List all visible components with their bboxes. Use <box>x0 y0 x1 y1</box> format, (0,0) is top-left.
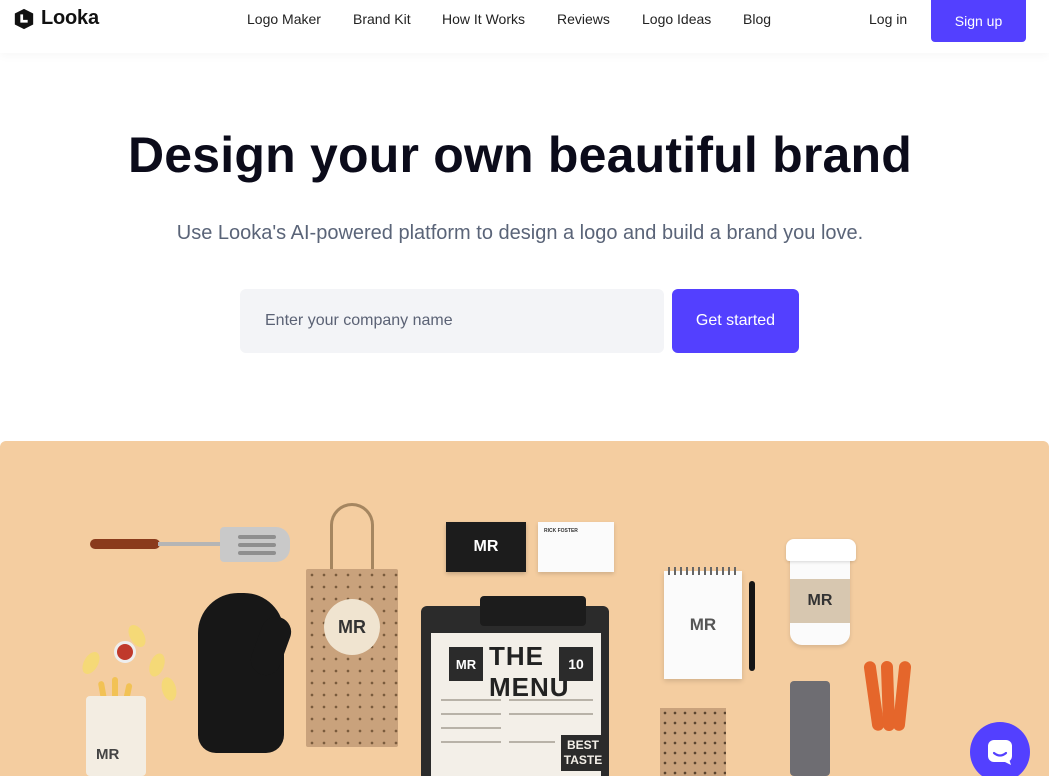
menu-sheet: MR THE MENU 10 BEST TASTE <box>431 633 605 776</box>
business-card-dark: MR <box>446 522 526 572</box>
hero-subtitle: Use Looka's AI-powered platform to desig… <box>176 222 864 244</box>
nav-blog[interactable]: Blog <box>743 11 771 27</box>
cleaver-illustration <box>790 681 830 776</box>
cup-lid <box>786 539 856 561</box>
chat-launcher-button[interactable] <box>970 722 1030 776</box>
brand-showcase-image: MR MR RICK FOSTER MR THE MENU 10 BEST TA… <box>0 441 1049 776</box>
get-started-button[interactable]: Get started <box>672 289 799 353</box>
signup-button[interactable]: Sign up <box>931 0 1026 42</box>
sauce-illustration <box>114 641 136 663</box>
food-box-illustration <box>660 708 726 776</box>
menu-number: 10 <box>559 647 593 681</box>
coffee-cup-illustration: MR <box>790 553 850 645</box>
nav-reviews[interactable]: Reviews <box>557 11 610 27</box>
fries-container-illustration: MR <box>86 696 146 776</box>
best-taste-badge: BEST TASTE <box>561 735 605 771</box>
pen-illustration <box>749 581 755 671</box>
bag-handle <box>330 503 374 573</box>
paper-bag-illustration: MR <box>306 569 398 747</box>
nav-how-it-works[interactable]: How It Works <box>442 11 525 27</box>
spatula-illustration <box>90 539 160 549</box>
business-card-light: RICK FOSTER <box>538 522 614 572</box>
nav-brand-kit[interactable]: Brand Kit <box>353 11 411 27</box>
company-name-input[interactable] <box>240 289 664 353</box>
nav-logo-maker[interactable]: Logo Maker <box>247 11 321 27</box>
hero-title: Design your own beautiful brand <box>127 127 912 183</box>
login-link[interactable]: Log in <box>869 11 907 27</box>
cup-monogram: MR <box>790 579 850 623</box>
site-header: Looka Logo Maker Brand Kit How It Works … <box>0 0 1049 53</box>
nav-logo-ideas[interactable]: Logo Ideas <box>642 11 711 27</box>
chat-bubble-icon <box>988 740 1012 765</box>
potato-wedge <box>159 675 179 703</box>
notepad-illustration: MR <box>664 567 742 679</box>
menu-monogram: MR <box>449 647 483 681</box>
potato-wedge <box>78 649 104 677</box>
card-name: RICK FOSTER <box>544 528 578 534</box>
bag-monogram: MR <box>324 599 380 655</box>
spatula-shaft <box>158 542 223 546</box>
clipboard-clip <box>480 596 586 626</box>
spatula-head <box>220 527 290 562</box>
potato-wedge <box>146 651 168 679</box>
carrot-illustration <box>892 660 912 732</box>
fries-monogram: MR <box>96 746 120 763</box>
notepad-monogram: MR <box>689 615 717 634</box>
